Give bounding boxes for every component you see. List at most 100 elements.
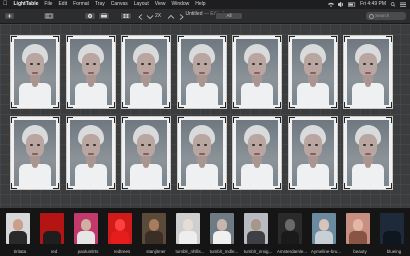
crop-corner-handle[interactable] <box>386 102 392 108</box>
menu-tray[interactable]: Tray <box>95 0 105 9</box>
tray-item[interactable]: paolumlrts <box>70 213 106 254</box>
menu-app-name[interactable]: LightTable <box>14 0 39 9</box>
photo-card[interactable] <box>288 116 338 190</box>
wifi-icon[interactable] <box>328 2 335 7</box>
photo-card[interactable] <box>66 35 116 109</box>
crop-corner-handle[interactable] <box>220 183 226 189</box>
photo-card[interactable] <box>121 35 171 109</box>
crop-corner-handle[interactable] <box>289 117 295 123</box>
volume-icon[interactable] <box>338 2 344 7</box>
photo-card[interactable] <box>121 116 171 190</box>
crop-corner-handle[interactable] <box>164 117 170 123</box>
tray-item[interactable]: stanjitmer <box>138 213 174 254</box>
menu-help[interactable]: Help <box>195 0 205 9</box>
apple-menu-icon[interactable]:  <box>3 0 8 9</box>
photo-card[interactable] <box>177 116 227 190</box>
crop-corner-handle[interactable] <box>275 117 281 123</box>
crop-corner-handle[interactable] <box>331 117 337 123</box>
crop-corner-handle[interactable] <box>109 183 115 189</box>
menu-canvas[interactable]: Canvas <box>111 0 128 9</box>
crop-corner-handle[interactable] <box>233 102 239 108</box>
crop-corner-handle[interactable] <box>178 102 184 108</box>
crop-corner-handle[interactable] <box>233 36 239 42</box>
tray-item[interactable]: tumblr_nrxig... <box>240 213 276 254</box>
photo-card[interactable] <box>343 116 393 190</box>
tray-item[interactable]: tumblr_mdle... <box>206 213 242 254</box>
crop-corner-handle[interactable] <box>11 117 17 123</box>
crop-corner-handle[interactable] <box>289 183 295 189</box>
crop-corner-handle[interactable] <box>220 102 226 108</box>
tray-item[interactable]: Aymeline-bru... <box>308 213 344 254</box>
crop-corner-handle[interactable] <box>344 36 350 42</box>
crop-corner-handle[interactable] <box>122 102 128 108</box>
photo-card[interactable] <box>343 35 393 109</box>
crop-corner-handle[interactable] <box>289 36 295 42</box>
crop-corner-handle[interactable] <box>67 183 73 189</box>
crop-corner-handle[interactable] <box>289 102 295 108</box>
crop-corner-handle[interactable] <box>53 183 59 189</box>
photo-card[interactable] <box>10 35 60 109</box>
crop-corner-handle[interactable] <box>164 36 170 42</box>
crop-corner-handle[interactable] <box>233 117 239 123</box>
menu-file[interactable]: File <box>44 0 52 9</box>
crop-corner-handle[interactable] <box>122 36 128 42</box>
photo-card[interactable] <box>288 35 338 109</box>
photo-card[interactable] <box>66 116 116 190</box>
crop-corner-handle[interactable] <box>122 183 128 189</box>
photo-card[interactable] <box>177 35 227 109</box>
crop-corner-handle[interactable] <box>122 117 128 123</box>
crop-corner-handle[interactable] <box>67 117 73 123</box>
crop-corner-handle[interactable] <box>344 183 350 189</box>
crop-corner-handle[interactable] <box>164 183 170 189</box>
crop-corner-handle[interactable] <box>386 117 392 123</box>
crop-corner-handle[interactable] <box>233 183 239 189</box>
crop-corner-handle[interactable] <box>275 183 281 189</box>
photo-card[interactable] <box>232 35 282 109</box>
crop-corner-handle[interactable] <box>275 36 281 42</box>
crop-corner-handle[interactable] <box>220 36 226 42</box>
crop-corner-handle[interactable] <box>53 36 59 42</box>
crop-corner-handle[interactable] <box>344 117 350 123</box>
crop-corner-handle[interactable] <box>11 36 17 42</box>
crop-corner-handle[interactable] <box>11 102 17 108</box>
battery-icon[interactable] <box>348 2 356 7</box>
crop-corner-handle[interactable] <box>67 36 73 42</box>
crop-corner-handle[interactable] <box>109 102 115 108</box>
tray-item[interactable]: Amsterdamle... <box>274 213 310 254</box>
crop-corner-handle[interactable] <box>344 102 350 108</box>
crop-corner-handle[interactable] <box>331 36 337 42</box>
tray-item[interactable]: red <box>36 213 72 254</box>
search-field[interactable]: Search <box>366 12 406 20</box>
lighttable-canvas[interactable] <box>0 24 410 208</box>
crop-corner-handle[interactable] <box>331 183 337 189</box>
all-filter-button[interactable]: All <box>215 12 243 20</box>
crop-corner-handle[interactable] <box>53 117 59 123</box>
crop-corner-handle[interactable] <box>386 183 392 189</box>
crop-corner-handle[interactable] <box>331 102 337 108</box>
tray-item[interactable]: tiritata <box>2 213 38 254</box>
crop-corner-handle[interactable] <box>109 36 115 42</box>
menu-view[interactable]: View <box>155 0 166 9</box>
crop-corner-handle[interactable] <box>178 36 184 42</box>
tray-item[interactable]: blueing <box>376 213 410 254</box>
tray-strip[interactable]: tiritata red paolumlrts redtrees stanjitmer t… <box>0 208 410 256</box>
photo-card[interactable] <box>10 116 60 190</box>
tray-item[interactable]: beauty <box>342 213 378 254</box>
menu-list-icon[interactable] <box>400 2 406 7</box>
crop-corner-handle[interactable] <box>275 102 281 108</box>
tray-item[interactable]: tumblr_nhllis... <box>172 213 208 254</box>
tray-item[interactable]: redtrees <box>104 213 140 254</box>
crop-corner-handle[interactable] <box>67 102 73 108</box>
crop-corner-handle[interactable] <box>164 102 170 108</box>
clock-text[interactable]: Fri 4:49 PM <box>360 0 386 9</box>
crop-corner-handle[interactable] <box>11 183 17 189</box>
menu-layout[interactable]: Layout <box>134 0 149 9</box>
crop-corner-handle[interactable] <box>53 102 59 108</box>
photo-card[interactable] <box>232 116 282 190</box>
menu-format[interactable]: Format <box>73 0 89 9</box>
spotlight-icon[interactable] <box>390 2 396 7</box>
crop-corner-handle[interactable] <box>178 117 184 123</box>
crop-corner-handle[interactable] <box>109 117 115 123</box>
crop-corner-handle[interactable] <box>178 183 184 189</box>
crop-corner-handle[interactable] <box>386 36 392 42</box>
